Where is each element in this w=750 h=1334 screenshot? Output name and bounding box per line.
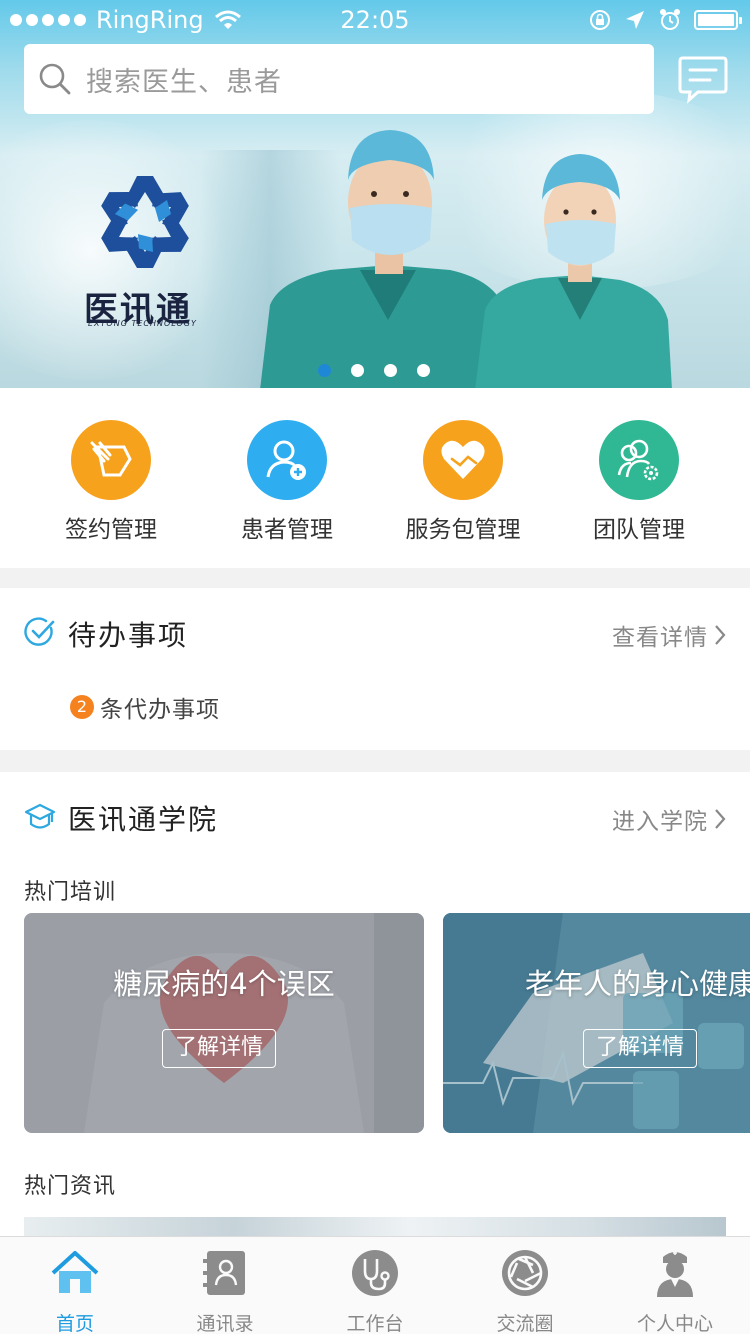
training-heading: 热门培训: [24, 880, 117, 905]
brand-logo: 医讯通 EXTONG TECHNOLOGY: [80, 170, 230, 330]
handshake-sign-icon: [71, 420, 151, 500]
quick-label: 服务包管理: [405, 517, 521, 543]
team-gear-icon: [599, 420, 679, 500]
academy-title: 医讯通学院: [68, 803, 219, 836]
tab-home[interactable]: 首页: [0, 1247, 150, 1334]
search-icon: [39, 63, 71, 95]
quick-label: 团队管理: [593, 517, 685, 543]
status-bar-right: [588, 8, 742, 32]
carousel-indicators[interactable]: [318, 364, 430, 377]
check-circle-icon: [24, 617, 55, 646]
tab-workbench[interactable]: 工作台: [300, 1247, 450, 1334]
quick-sign-management[interactable]: 签约管理: [26, 420, 196, 544]
tab-label: 工作台: [346, 1313, 404, 1334]
quick-label: 患者管理: [241, 517, 333, 543]
todo-section: 待办事项 查看详情 2 条代办事项: [0, 588, 750, 750]
tab-label: 交流圈: [496, 1313, 554, 1334]
carousel-dot-4[interactable]: [417, 364, 430, 377]
carousel-dot-1[interactable]: [318, 364, 331, 377]
todo-summary-text: 条代办事项: [100, 697, 220, 723]
nurse-icon: [657, 1251, 693, 1297]
chevron-right-icon: [715, 625, 726, 645]
aperture-icon: [502, 1250, 548, 1296]
quick-patient-management[interactable]: 患者管理: [202, 420, 372, 544]
tab-label: 通讯录: [196, 1313, 254, 1334]
academy-section: 医讯通学院 进入学院 热门培训 糖尿病的4个误区 了解详情 老年人的身心健康 了…: [0, 772, 750, 1242]
todo-view-details-label: 查看详情: [612, 625, 708, 651]
academy-enter-link[interactable]: 进入学院: [612, 802, 726, 836]
course-card-image: [24, 913, 424, 1133]
brand-logo-subtitle: EXTONG TECHNOLOGY: [88, 319, 197, 328]
todo-title: 待办事项: [68, 619, 189, 652]
todo-header: 待办事项 查看详情: [0, 588, 750, 678]
tab-community[interactable]: 交流圈: [450, 1247, 600, 1334]
search-input[interactable]: 搜索医生、患者: [24, 44, 654, 114]
academy-enter-label: 进入学院: [612, 809, 708, 835]
tab-contacts[interactable]: 通讯录: [150, 1247, 300, 1334]
course-title: 老年人的身心健康: [525, 967, 750, 1001]
course-details-button[interactable]: 了解详情: [583, 1029, 698, 1068]
graduation-cap-icon: [24, 803, 56, 829]
contacts-icon: [203, 1251, 245, 1295]
tab-profile[interactable]: 个人中心: [600, 1247, 750, 1334]
rotation-lock-icon: [590, 10, 610, 30]
quick-service-package-management[interactable]: 服务包管理: [378, 420, 548, 544]
course-card-image: [443, 913, 750, 1133]
course-title: 糖尿病的4个误区: [113, 967, 335, 1001]
tab-label: 首页: [55, 1313, 94, 1334]
home-icon: [51, 1251, 99, 1293]
quick-label: 签约管理: [65, 517, 157, 543]
academy-header: 医讯通学院 进入学院: [0, 772, 750, 862]
alarm-icon: [660, 9, 680, 30]
quick-team-management[interactable]: 团队管理: [554, 420, 724, 544]
location-arrow-icon: [626, 11, 644, 29]
message-icon[interactable]: [678, 54, 728, 104]
tab-bar: 首页 通讯录 工作台 交流圈 个人中心: [0, 1236, 750, 1334]
course-card[interactable]: 糖尿病的4个误区 了解详情: [24, 913, 424, 1133]
carousel-dot-2[interactable]: [351, 364, 364, 377]
tab-label: 个人中心: [636, 1313, 713, 1334]
todo-count-badge: 2: [70, 695, 94, 719]
search-placeholder: 搜索医生、患者: [86, 66, 282, 98]
quick-menu: 签约管理 患者管理 服务包管理 团队管理: [0, 388, 750, 568]
todo-view-details-link[interactable]: 查看详情: [612, 618, 726, 652]
news-heading: 热门资讯: [24, 1174, 117, 1199]
todo-summary[interactable]: 2 条代办事项: [70, 690, 220, 724]
chevron-right-icon: [715, 809, 726, 829]
heart-hands-icon: [423, 420, 503, 500]
battery-icon: [694, 10, 742, 30]
status-bar: RingRing 22:05: [0, 0, 750, 40]
doctors-photo: [260, 130, 672, 388]
stethoscope-icon: [352, 1250, 398, 1296]
brand-logo-mark: [101, 176, 189, 268]
carousel-dot-3[interactable]: [384, 364, 397, 377]
course-details-button[interactable]: 了解详情: [162, 1029, 277, 1068]
patient-add-icon: [247, 420, 327, 500]
course-card[interactable]: 老年人的身心健康 了解详情: [443, 913, 750, 1133]
